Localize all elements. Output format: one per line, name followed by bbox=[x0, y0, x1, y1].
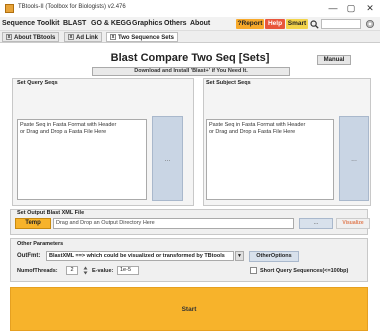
manual-button[interactable]: Manual bbox=[317, 55, 351, 65]
smart-button[interactable]: Smart bbox=[286, 19, 308, 29]
report-button[interactable]: ?Report bbox=[236, 19, 264, 29]
evalue-label: E-value: bbox=[92, 268, 114, 274]
outfmt-label: OutFmt: bbox=[17, 253, 41, 259]
tab-label: About TBtools bbox=[14, 35, 56, 41]
short-query-label: Short Query Sequences(<=100bp) bbox=[260, 268, 349, 274]
menu-go-kegg[interactable]: GO & KEGG bbox=[91, 20, 131, 27]
tab-ad-link[interactable]: x Ad Link bbox=[64, 32, 102, 42]
tab-two-sequence-sets[interactable]: x Two Sequence Sets bbox=[106, 32, 178, 42]
parameters-section-title: Other Parameters bbox=[17, 241, 64, 247]
subject-seq-textarea[interactable]: Paste Seq in Fasta Format with Header or… bbox=[206, 119, 334, 200]
menu-sequence-toolkit[interactable]: Sequence Toolkit bbox=[2, 20, 59, 27]
close-icon[interactable]: x bbox=[110, 34, 116, 41]
app-icon bbox=[5, 4, 14, 13]
help-button[interactable]: Help bbox=[265, 19, 285, 29]
close-icon[interactable]: x bbox=[6, 34, 12, 41]
query-hint-line2: or Drag and Drop a Fasta File Here bbox=[20, 129, 107, 135]
other-options-button[interactable]: OtherOptions bbox=[249, 251, 299, 262]
threads-input[interactable]: 2 bbox=[66, 266, 78, 275]
search-input[interactable] bbox=[321, 19, 361, 29]
outfmt-select[interactable]: BlastXML ==> which could be visualized o… bbox=[46, 251, 234, 261]
output-section-title: Set Output Blast XML File bbox=[17, 210, 85, 216]
query-hint-line1: Paste Seq in Fasta Format with Header bbox=[20, 122, 117, 128]
visualize-button[interactable]: Visualize bbox=[336, 218, 370, 229]
window-title: TBtools-II (Toolbox for Biologists) v2.4… bbox=[18, 4, 126, 10]
threads-spinner[interactable] bbox=[83, 266, 88, 275]
search-icon[interactable] bbox=[310, 20, 319, 29]
chevron-down-icon[interactable]: ▼ bbox=[235, 251, 244, 261]
short-query-checkbox[interactable] bbox=[250, 267, 257, 274]
tab-about-tbtools[interactable]: x About TBtools bbox=[2, 32, 60, 42]
temp-button[interactable]: Temp bbox=[15, 218, 51, 229]
minimize-button[interactable]: — bbox=[326, 2, 340, 14]
query-section-title: Set Query Seqs bbox=[17, 80, 58, 86]
spinner-arrows-icon bbox=[83, 266, 88, 275]
output-browse-button[interactable]: ... bbox=[299, 218, 333, 229]
start-button[interactable]: Start bbox=[10, 287, 368, 331]
subject-hint-line1: Paste Seq in Fasta Format with Header bbox=[209, 122, 306, 128]
menu-blast[interactable]: BLAST bbox=[63, 20, 86, 27]
maximize-button[interactable]: ▢ bbox=[344, 2, 358, 14]
menu-others[interactable]: Others bbox=[164, 20, 187, 27]
menu-about[interactable]: About bbox=[190, 20, 210, 27]
query-seq-textarea[interactable]: Paste Seq in Fasta Format with Header or… bbox=[17, 119, 147, 200]
query-browse-button[interactable]: ... bbox=[152, 116, 183, 201]
subject-hint-line2: or Drag and Drop a Fasta File Here bbox=[209, 129, 296, 135]
close-button[interactable]: ✕ bbox=[363, 2, 377, 14]
close-icon[interactable]: x bbox=[68, 34, 74, 41]
evalue-input[interactable]: 1e-5 bbox=[117, 266, 139, 275]
tab-label: Two Sequence Sets bbox=[118, 35, 174, 41]
gear-icon[interactable] bbox=[365, 19, 375, 29]
output-directory-input[interactable]: Drag and Drop an Output Directory Here bbox=[53, 218, 294, 229]
menu-graphics[interactable]: Graphics bbox=[132, 20, 162, 27]
threads-label: NumofThreads: bbox=[17, 268, 58, 274]
tab-label: Ad Link bbox=[76, 35, 98, 41]
subject-browse-button[interactable]: ... bbox=[339, 116, 369, 201]
subject-section-title: Set Subject Seqs bbox=[206, 80, 251, 86]
download-blast-button[interactable]: Download and Install 'Blast+' if You Nee… bbox=[92, 67, 290, 76]
